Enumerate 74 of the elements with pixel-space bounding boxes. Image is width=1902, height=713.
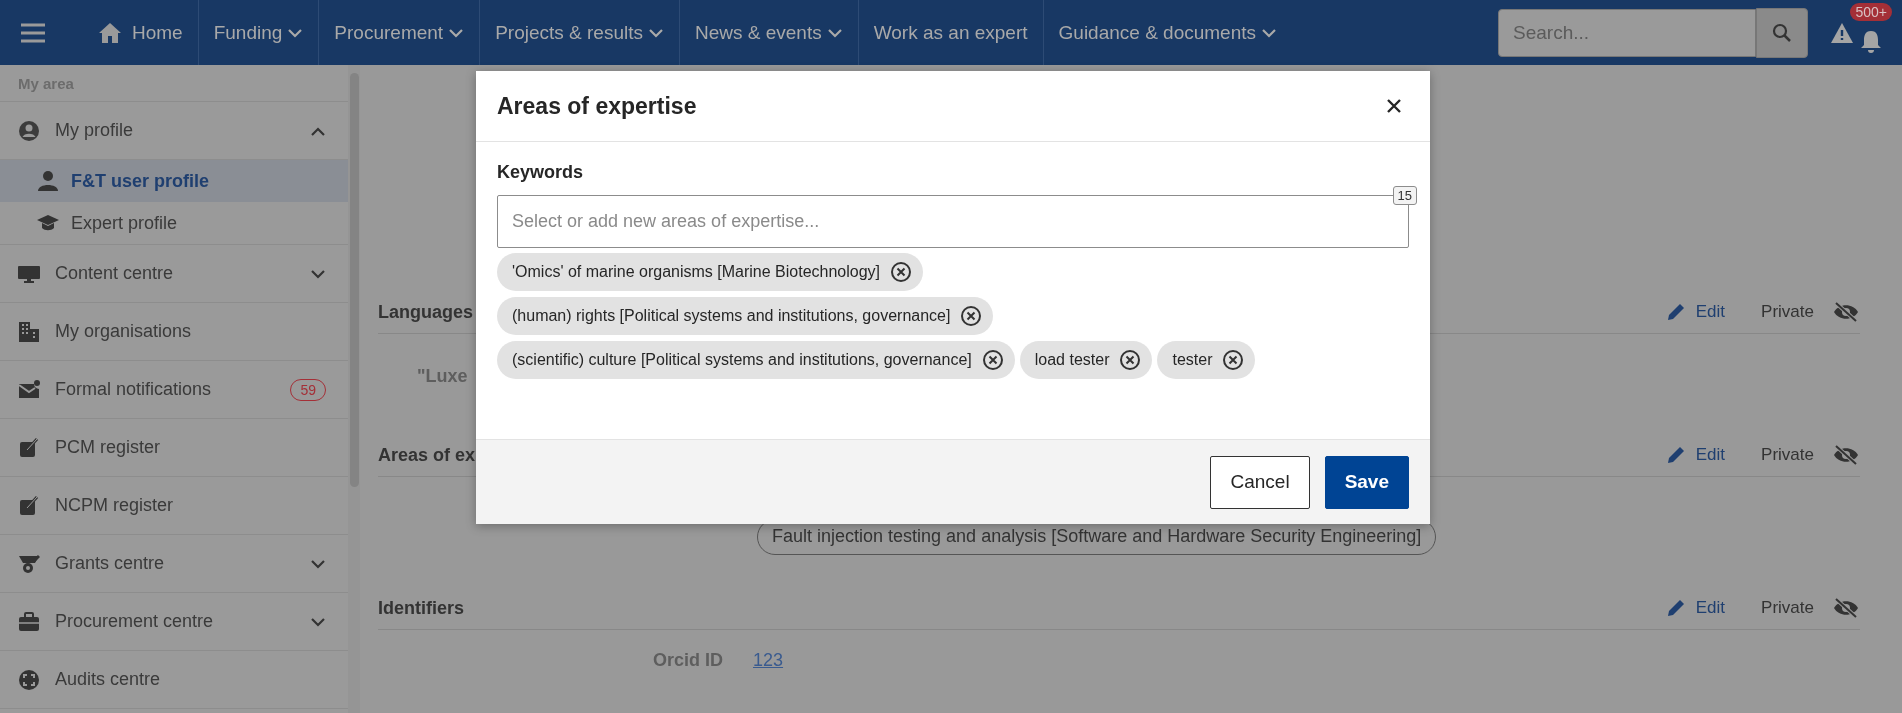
search-button[interactable]: [1756, 7, 1808, 58]
chevron-down-icon: [448, 27, 465, 38]
section-title: Languages: [378, 301, 474, 323]
edit-square-icon: [18, 494, 40, 517]
search-icon: [1772, 22, 1792, 43]
sidebar-item[interactable]: F&T user profile: [0, 160, 348, 202]
tag-label: tester: [1172, 351, 1213, 369]
cancel-button[interactable]: Cancel: [1210, 455, 1310, 509]
sidebar-item[interactable]: Procurement centre: [0, 593, 348, 651]
sidebar-item[interactable]: Grants centre: [0, 535, 348, 593]
field-label: Keywords: [497, 162, 585, 183]
chevron-down-icon: [1261, 27, 1278, 38]
section-title: Identifiers: [378, 597, 465, 619]
chevron-down-icon: [310, 268, 326, 279]
save-button[interactable]: Save: [1324, 455, 1409, 509]
edit-link[interactable]: Edit: [1665, 302, 1726, 322]
menu-icon[interactable]: [20, 21, 46, 44]
nav-menu-item[interactable]: News & events: [678, 0, 858, 65]
edit-link[interactable]: Edit: [1665, 445, 1726, 465]
remove-icon[interactable]: [960, 305, 983, 327]
eye-off-icon[interactable]: [1832, 597, 1860, 619]
sidebar-item[interactable]: Expert profile: [0, 202, 348, 244]
sidebar-item[interactable]: My organisations: [0, 303, 348, 361]
chevron-down-icon: [826, 27, 843, 38]
nav-menu-item[interactable]: Guidance & documents: [1042, 0, 1293, 65]
sidebar-item[interactable]: NCPM register: [0, 477, 348, 535]
person-icon: [37, 170, 59, 192]
pencil-icon: [1665, 445, 1686, 465]
nav-menu-item[interactable]: Projects & results: [479, 0, 679, 65]
sidebar-item[interactable]: Audits centre: [0, 651, 348, 709]
edit-square-icon: [18, 436, 40, 459]
tag-label: 'Omics' of marine organisms [Marine Biotechnology]: [512, 263, 881, 281]
home-icon: [98, 21, 122, 44]
chevron-down-icon: [310, 616, 326, 627]
tag-label: (scientific) culture [Political systems and institutions, governance]: [512, 351, 972, 369]
language-text: "Luxe: [417, 366, 468, 387]
visibility-label: Private: [1761, 302, 1814, 322]
field-label: Orcid ID: [653, 650, 723, 671]
briefcase-icon: [18, 610, 40, 633]
remove-icon[interactable]: [890, 261, 913, 283]
chevron-down-icon: [647, 27, 664, 38]
sidebar-item[interactable]: PCM register: [0, 419, 348, 477]
count-badge: 15: [1392, 186, 1417, 205]
building-icon: [18, 320, 40, 343]
tag-label: (human) rights [Political systems and institutions, governance]: [512, 307, 951, 325]
profile-icon: [18, 119, 40, 142]
chevron-down-icon: [287, 27, 304, 38]
remove-icon[interactable]: [1119, 349, 1142, 371]
scan-icon: [18, 668, 40, 691]
nav-menu-item[interactable]: Work as an expert: [857, 0, 1043, 65]
pencil-icon: [1665, 598, 1686, 618]
warning-icon[interactable]: [1830, 21, 1854, 44]
chevron-down-icon: [310, 558, 326, 569]
visibility-label: Private: [1761, 445, 1814, 465]
remove-icon[interactable]: [1222, 349, 1245, 371]
section-title: Areas of ex: [378, 444, 476, 466]
medal-icon: [18, 552, 40, 575]
chevron-up-icon: [310, 125, 326, 136]
visibility-label: Private: [1761, 598, 1814, 618]
dialog-title: Areas of expertise: [497, 92, 697, 120]
notification-badge: 500+: [1850, 3, 1892, 21]
edit-link[interactable]: Edit: [1665, 598, 1726, 618]
mail-icon: [18, 378, 40, 401]
close-icon[interactable]: [1386, 98, 1402, 114]
remove-icon[interactable]: [981, 349, 1004, 371]
pencil-icon: [1665, 302, 1686, 322]
home-link[interactable]: Home: [46, 0, 198, 65]
eye-off-icon[interactable]: [1832, 301, 1860, 323]
eye-off-icon[interactable]: [1832, 444, 1860, 466]
search-field[interactable]: Search...: [1498, 8, 1756, 57]
orcid-link[interactable]: 123: [753, 650, 784, 671]
tag-label: load tester: [1034, 351, 1110, 369]
sidebar-item[interactable]: Formal notifications 59: [0, 361, 348, 419]
sidebar-item[interactable]: Content centre: [0, 245, 348, 303]
